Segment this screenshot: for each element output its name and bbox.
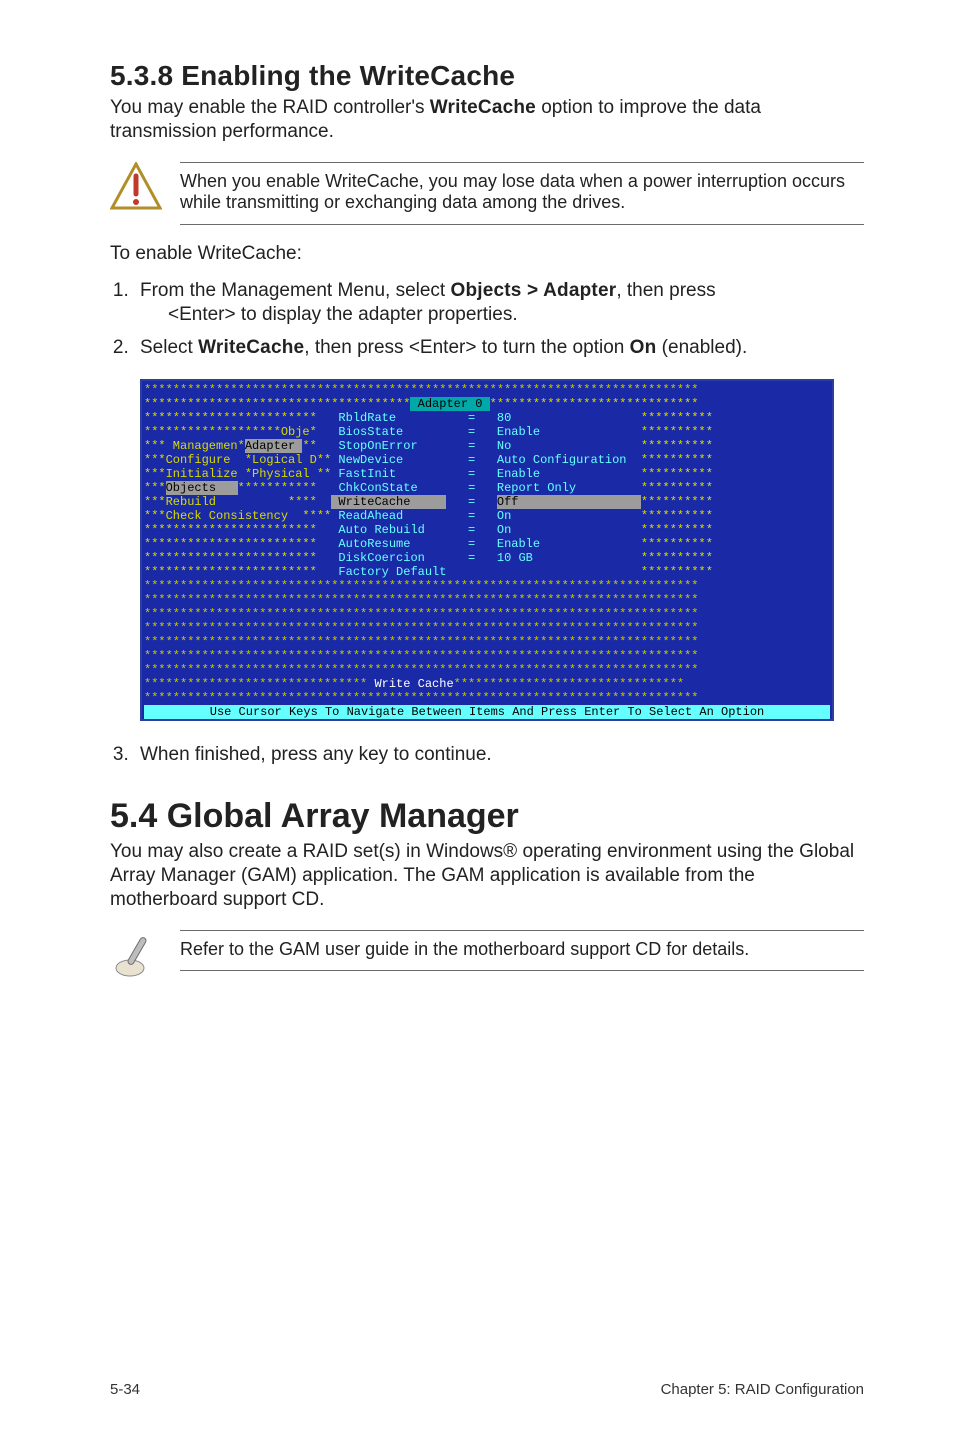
- terminal-row: ***Initialize *Physical ** FastInit = En…: [144, 467, 830, 481]
- terminal-fill: ****************************************…: [144, 663, 830, 677]
- step-1: From the Management Menu, select Objects…: [134, 279, 864, 328]
- step-3: When finished, press any key to continue…: [134, 743, 864, 768]
- wc-pre: *******************************: [144, 677, 374, 691]
- terminal-header-title: Adapter 0: [410, 397, 489, 411]
- intro-pre: You may enable the RAID controller's: [110, 97, 430, 118]
- wc-post: ********************************: [454, 677, 684, 691]
- step2-post: (enabled).: [656, 337, 747, 358]
- step1-pre: From the Management Menu, select: [140, 280, 450, 301]
- warning-callout: When you enable WriteCache, you may lose…: [110, 162, 864, 225]
- terminal-fill: ****************************************…: [144, 649, 830, 663]
- terminal-row: ***Check Consistency **** ReadAhead = On…: [144, 509, 830, 523]
- terminal-row: ***Rebuild **** WriteCache = Off *******…: [144, 495, 830, 509]
- write-cache-label: Write Cache: [374, 677, 453, 691]
- terminal-row: ***Objects *********** ChkConState = Rep…: [144, 481, 830, 495]
- terminal-row: ************************ Factory Default…: [144, 565, 830, 579]
- terminal-row: *******************Obje* BiosState = Ena…: [144, 425, 830, 439]
- step-2: Select WriteCache, then press <Enter> to…: [134, 336, 864, 361]
- steps-intro: To enable WriteCache:: [110, 243, 864, 265]
- note-text: Refer to the GAM user guide in the mothe…: [180, 939, 864, 961]
- terminal-fill: ****************************************…: [144, 691, 830, 705]
- terminal-fill: ****************************************…: [144, 579, 830, 593]
- terminal-fill: ****************************************…: [144, 593, 830, 607]
- terminal-row: ************************ Auto Rebuild = …: [144, 523, 830, 537]
- document-page: 5.3.8 Enabling the WriteCache You may en…: [0, 0, 954, 1438]
- terminal-fill: ****************************************…: [144, 607, 830, 621]
- warning-icon: [110, 162, 162, 212]
- section2-para: You may also create a RAID set(s) in Win…: [110, 840, 864, 911]
- bios-terminal-screenshot: ****************************************…: [140, 379, 834, 721]
- step1-line2: <Enter> to display the adapter propertie…: [168, 303, 864, 328]
- terminal-row: ***Configure *Logical D** NewDevice = Au…: [144, 453, 830, 467]
- step1-b1: Objects > Adapter: [450, 280, 616, 301]
- terminal-fill: ****************************************…: [144, 621, 830, 635]
- note-icon: [110, 930, 162, 980]
- terminal-footer: Use Cursor Keys To Navigate Between Item…: [144, 705, 830, 719]
- step2-b1: WriteCache: [198, 337, 304, 358]
- terminal-row: ************************ RbldRate = 80 *…: [144, 411, 830, 425]
- note-callout: Refer to the GAM user guide in the mothe…: [110, 930, 864, 980]
- footer-page-number: 5-34: [110, 1381, 140, 1398]
- step2-mid: , then press <Enter> to turn the option: [304, 337, 629, 358]
- terminal-row: *** Managemen*Adapter ** StopOnError = N…: [144, 439, 830, 453]
- section-intro: You may enable the RAID controller's Wri…: [110, 96, 864, 144]
- step2-b2: On: [630, 337, 657, 358]
- footer-chapter: Chapter 5: RAID Configuration: [661, 1381, 864, 1398]
- page-footer: 5-34 Chapter 5: RAID Configuration: [110, 1381, 864, 1398]
- section-heading-54: 5.4 Global Array Manager: [110, 797, 864, 836]
- terminal-row: ************************ AutoResume = En…: [144, 537, 830, 551]
- step2-pre: Select: [140, 337, 198, 358]
- warning-text: When you enable WriteCache, you may lose…: [180, 171, 864, 214]
- step1-mid: , then press: [616, 280, 715, 301]
- steps-list-cont: When finished, press any key to continue…: [110, 743, 864, 768]
- terminal-row: ************************ DiskCoercion = …: [144, 551, 830, 565]
- terminal-fill: ****************************************…: [144, 635, 830, 649]
- steps-list: From the Management Menu, select Objects…: [110, 279, 864, 361]
- intro-bold: WriteCache: [430, 97, 536, 118]
- section-heading-538: 5.3.8 Enabling the WriteCache: [110, 60, 864, 92]
